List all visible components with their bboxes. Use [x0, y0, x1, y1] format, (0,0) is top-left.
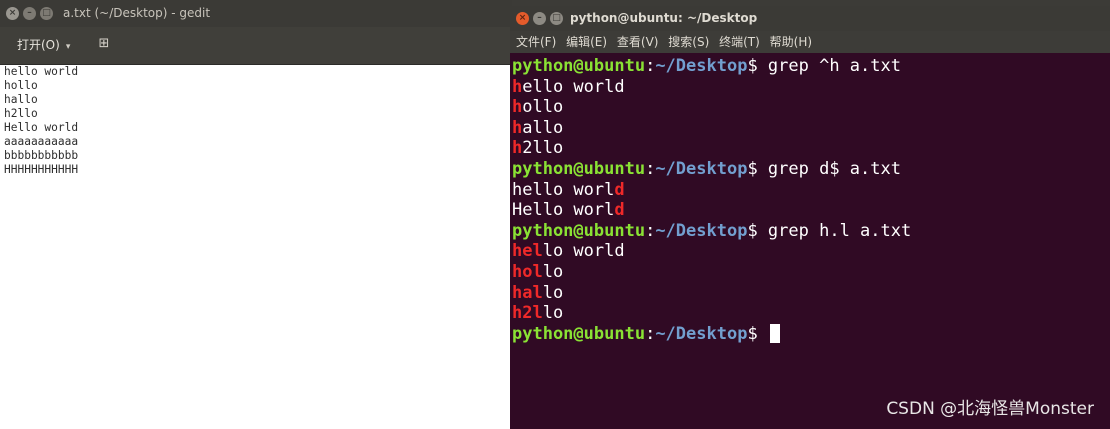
output-text: Hello worl [512, 200, 615, 221]
prompt-user: python@ubuntu [512, 323, 646, 344]
terminal-titlebar: × – □ python@ubuntu: ~/Desktop [510, 6, 1110, 31]
match-highlight: h [512, 138, 523, 159]
gedit-window-title: a.txt (~/Desktop) - gedit [63, 6, 211, 20]
menu-file[interactable]: 文件(F) [516, 31, 556, 53]
prompt-dollar: $ [747, 220, 768, 241]
prompt-dollar: $ [747, 56, 768, 76]
command-text: grep d$ a.txt [767, 158, 901, 179]
close-icon[interactable]: × [516, 12, 529, 25]
prompt-user: python@ubuntu [512, 158, 646, 179]
menu-help[interactable]: 帮助(H) [770, 31, 812, 53]
output-line: hello world [512, 241, 1108, 262]
prompt-colon: : [645, 56, 656, 76]
terminal-output[interactable]: python@ubuntu:~/Desktop$ grep ^h a.txt h… [512, 56, 1108, 429]
prompt-line: python@ubuntu:~/Desktop$ [512, 323, 1108, 345]
editor-line: bbbbbbbbbbb [4, 149, 79, 162]
gedit-titlebar: × – □ a.txt (~/Desktop) - gedit [0, 0, 512, 27]
output-line: h2llo [512, 138, 1108, 159]
prompt-line: python@ubuntu:~/Desktop$ grep h.l a.txt [512, 221, 1108, 242]
output-line: hallo [512, 283, 1108, 304]
output-text: hello worl [512, 179, 615, 200]
prompt-line: python@ubuntu:~/Desktop$ grep d$ a.txt [512, 159, 1108, 180]
output-text: lo [542, 282, 564, 303]
prompt-line: python@ubuntu:~/Desktop$ grep ^h a.txt [512, 56, 1108, 77]
output-text: 2llo [522, 138, 564, 159]
prompt-user: python@ubuntu [512, 220, 646, 241]
gedit-text-editor[interactable]: hello world hollo hallo h2llo Hello worl… [0, 65, 512, 429]
output-line: hello world [512, 180, 1108, 201]
prompt-colon: : [645, 323, 656, 344]
prompt-dollar: $ [747, 158, 768, 179]
output-line: Hello world [512, 200, 1108, 221]
menu-terminal[interactable]: 终端(T) [719, 31, 760, 53]
open-button-label: 打开(O) [17, 38, 60, 52]
command-text: grep h.l a.txt [767, 220, 912, 241]
editor-line: hallo [4, 93, 38, 106]
menu-edit[interactable]: 编辑(E) [566, 31, 607, 53]
chevron-down-icon: ▾ [65, 42, 71, 52]
output-line: hollo [512, 97, 1108, 118]
maximize-icon[interactable]: □ [550, 12, 563, 25]
editor-line: hello world [4, 65, 79, 78]
menu-view[interactable]: 查看(V) [617, 31, 659, 53]
minimize-icon[interactable]: – [533, 12, 546, 25]
watermark: CSDN @北海怪兽Monster [886, 399, 1094, 419]
editor-line: Hello world [4, 121, 79, 134]
match-highlight: d [614, 200, 625, 221]
gedit-toolbar: 打开(O) ▾ ⊞ [0, 27, 512, 65]
prompt-path: ~/Desktop [655, 220, 748, 241]
new-tab-icon[interactable]: ⊞ [95, 35, 113, 53]
editor-line: aaaaaaaaaaa [4, 135, 79, 148]
match-highlight: hel [512, 241, 543, 262]
menu-search[interactable]: 搜索(S) [668, 31, 709, 53]
output-line: h2llo [512, 303, 1108, 324]
prompt-path: ~/Desktop [655, 56, 748, 76]
output-line: hollo [512, 262, 1108, 283]
prompt-dollar: $ [747, 323, 768, 344]
match-highlight: h [512, 117, 523, 138]
minimize-icon[interactable]: – [23, 7, 36, 20]
output-text: lo world [542, 241, 625, 262]
prompt-colon: : [645, 220, 656, 241]
prompt-path: ~/Desktop [655, 323, 748, 344]
maximize-icon[interactable]: □ [40, 7, 53, 20]
editor-line: hollo [4, 79, 38, 92]
match-highlight: hal [512, 282, 543, 303]
gedit-window: × – □ a.txt (~/Desktop) - gedit 打开(O) ▾ ⊞ h… [0, 0, 512, 429]
output-text: lo [542, 261, 564, 282]
editor-line: HHHHHHHHHHH [4, 163, 79, 176]
match-highlight: hol [512, 261, 543, 282]
text-cursor [769, 323, 780, 343]
terminal-menubar: 文件(F) 编辑(E) 查看(V) 搜索(S) 终端(T) 帮助(H) [510, 31, 1110, 53]
output-text: allo [522, 117, 564, 138]
prompt-path: ~/Desktop [655, 158, 748, 179]
match-highlight: d [614, 179, 625, 200]
open-button[interactable]: 打开(O) ▾ [9, 34, 78, 56]
prompt-user: python@ubuntu [512, 56, 646, 76]
match-highlight: h2l [512, 303, 543, 324]
output-text: ello world [522, 76, 625, 97]
editor-line: h2llo [4, 107, 38, 120]
output-line: hello world [512, 77, 1108, 98]
match-highlight: h [512, 97, 523, 118]
prompt-colon: : [645, 158, 656, 179]
terminal-window-title: python@ubuntu: ~/Desktop [570, 11, 758, 25]
output-text: lo [542, 303, 564, 324]
output-line: hallo [512, 118, 1108, 139]
close-icon[interactable]: × [6, 7, 19, 20]
command-text: grep ^h a.txt [767, 56, 901, 76]
output-text: ollo [522, 97, 564, 118]
terminal-window: × – □ python@ubuntu: ~/Desktop 文件(F) 编辑(E)… [510, 6, 1110, 429]
match-highlight: h [512, 76, 523, 97]
